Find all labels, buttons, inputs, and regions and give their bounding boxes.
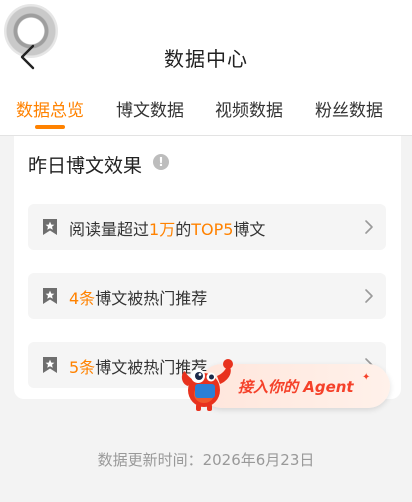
bookmark-icon — [43, 219, 57, 235]
sparkle-icon: ✦ — [362, 372, 371, 383]
list-item-label: 阅读量超过1万的TOP5博文 — [69, 220, 266, 239]
chevron-right-icon — [365, 220, 373, 234]
page-title: 数据中心 — [164, 47, 248, 71]
tab-fans-data[interactable]: 粉丝数据 — [315, 96, 383, 121]
card-title: 昨日博文效果 — [28, 155, 143, 177]
bookmark-icon — [43, 288, 57, 304]
tab-overview[interactable]: 数据总览 — [16, 96, 84, 121]
chevron-right-icon — [365, 289, 373, 303]
active-tab-indicator — [35, 125, 65, 129]
tab-post-data[interactable]: 博文数据 — [116, 96, 184, 121]
info-icon[interactable]: ! — [153, 154, 169, 170]
agent-banner-label: 接入你的 Agent — [238, 378, 354, 396]
update-time: 数据更新时间：2026年6月23日 — [97, 451, 315, 469]
app-header: 数据中心 数据总览 博文数据 视频数据 粉丝数据 — [0, 0, 412, 136]
tab-bar: 数据总览 博文数据 视频数据 粉丝数据 — [0, 96, 412, 136]
mascot-icon — [181, 359, 233, 411]
agent-banner[interactable]: 接入你的 Agent ✦ — [178, 354, 390, 411]
bookmark-icon — [43, 357, 57, 373]
list-item-top5[interactable]: 阅读量超过1万的TOP5博文 — [28, 204, 386, 250]
list-item-label: 4条博文被热门推荐 — [69, 289, 208, 308]
tab-video-data[interactable]: 视频数据 — [215, 96, 283, 121]
list-item-hot-4[interactable]: 4条博文被热门推荐 — [28, 273, 386, 319]
